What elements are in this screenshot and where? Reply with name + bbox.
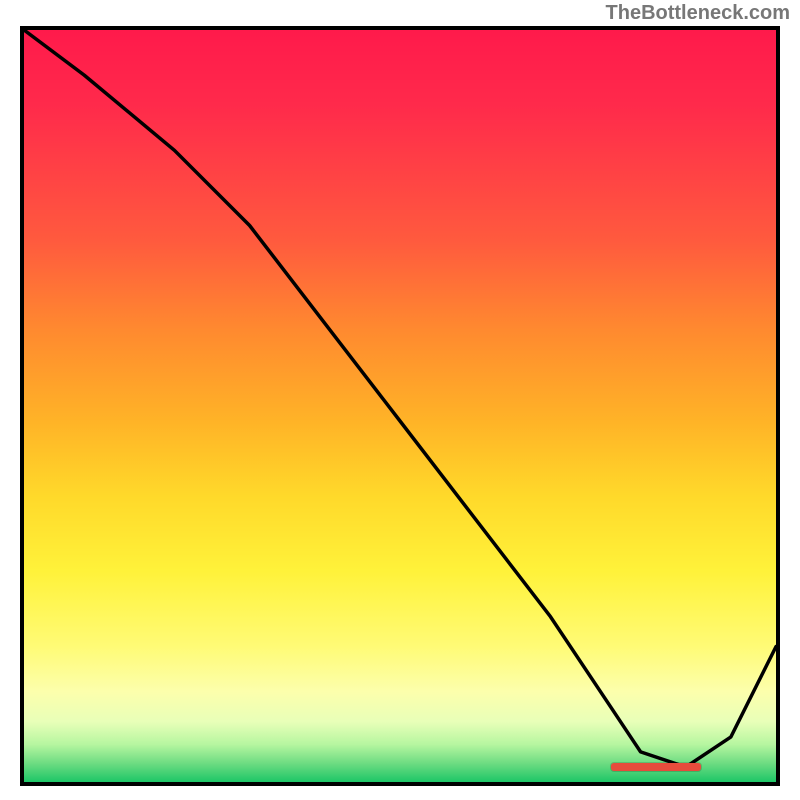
optimal-range-marker bbox=[611, 763, 701, 771]
watermark-text: TheBottleneck.com bbox=[606, 2, 790, 25]
line-plot-svg bbox=[24, 30, 776, 782]
plot-area bbox=[20, 26, 780, 786]
chart-container: TheBottleneck.com bbox=[0, 0, 800, 800]
bottleneck-curve-line bbox=[24, 30, 776, 767]
